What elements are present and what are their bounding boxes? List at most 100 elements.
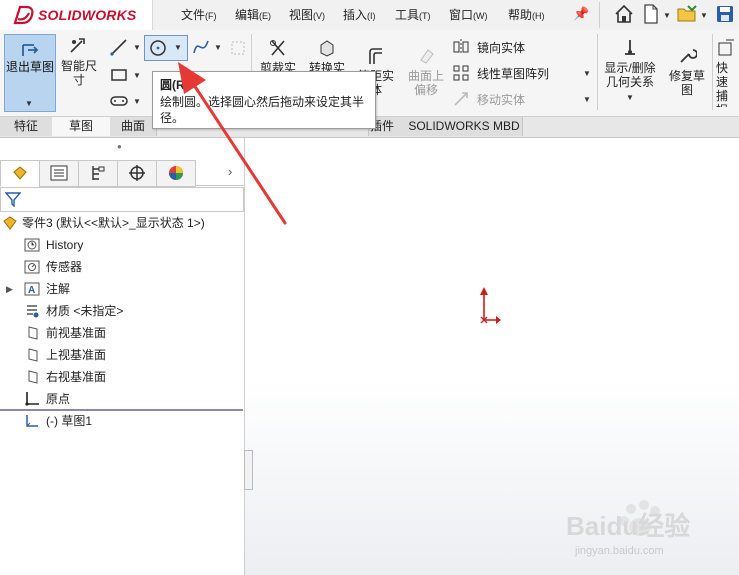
tree-item-label: 上视基准面 <box>46 348 107 362</box>
annotation-arrow-icon <box>178 62 287 225</box>
app-logo[interactable]: SOLIDWORKS <box>0 0 153 30</box>
tab-propertymanager[interactable] <box>39 160 79 187</box>
watermark-text: Baidu经验 <box>566 511 691 541</box>
convert-icon <box>320 40 334 57</box>
tree-item-label: 右视基准面 <box>46 370 107 384</box>
menu-view[interactable]: 视图(V) <box>289 6 325 23</box>
open-dropdown-icon[interactable]: ▼ <box>700 11 708 20</box>
tree-item-label: 传感器 <box>46 260 83 274</box>
show-delete-relations-button[interactable]: 显示/删除几何关系 ▼ <box>600 38 660 103</box>
plane-tool-icon[interactable] <box>229 39 247 57</box>
tree-item-material[interactable]: 材质 <未指定> <box>0 300 244 322</box>
repair-sketch-label: 修复草图 <box>668 69 705 97</box>
rectangle-icon[interactable] <box>110 66 128 84</box>
linear-pattern-icon[interactable] <box>452 64 470 82</box>
new-dropdown-icon[interactable]: ▼ <box>663 11 671 20</box>
circle-icon <box>150 40 166 56</box>
line-dropdown-icon[interactable]: ▼ <box>133 43 141 52</box>
home-icon[interactable] <box>613 3 635 25</box>
spline-icon[interactable] <box>192 38 210 56</box>
pattern-dropdown-icon[interactable]: ▼ <box>583 69 591 78</box>
tree-item-sensors[interactable]: 传感器 <box>0 256 244 278</box>
menu-separator <box>599 2 600 28</box>
tree-item-label: 注解 <box>46 282 71 296</box>
menu-tools[interactable]: 工具(T) <box>395 6 431 23</box>
relations-dropdown-icon[interactable]: ▼ <box>626 93 634 102</box>
surface-offset-label: 曲面上偏移 <box>407 69 444 97</box>
tree-item-front-plane[interactable]: 前视基准面 <box>0 322 244 344</box>
repair-sketch-button[interactable]: 修复草图 <box>664 46 710 97</box>
save-icon[interactable] <box>714 3 736 25</box>
expand-arrow-icon[interactable]: ▶ <box>6 278 13 300</box>
toolbar-separator-3 <box>712 34 713 110</box>
new-document-icon[interactable] <box>640 3 662 25</box>
tree-item-annotations[interactable]: ▶ A 注解 <box>0 278 244 300</box>
spline-dropdown-icon[interactable]: ▼ <box>214 43 222 52</box>
tree-item-origin[interactable]: 原点 <box>0 388 244 410</box>
quick-snaps-label: 快速捕捉 <box>716 61 729 107</box>
menu-window[interactable]: 窗口(W) <box>449 6 488 23</box>
rectangle-dropdown-icon[interactable]: ▼ <box>133 71 141 80</box>
pin-icon[interactable]: 📌 <box>573 6 589 22</box>
linear-pattern-label[interactable]: 线性草图阵列 <box>477 65 549 82</box>
smart-dimension-label: 智能尺寸 <box>60 59 97 87</box>
menu-file[interactable]: 文件(F) <box>181 6 217 23</box>
panel-collapse-handle[interactable] <box>244 450 253 490</box>
sketch-origin-icon <box>480 287 501 324</box>
origin-icon <box>25 392 39 406</box>
featuremanager-icon <box>13 166 27 180</box>
menu-edit[interactable]: 编辑(E) <box>235 6 271 23</box>
quick-snaps-icon <box>718 39 734 56</box>
move-dropdown-icon[interactable]: ▼ <box>583 95 591 104</box>
smart-dimension-button[interactable]: 智能尺寸 <box>57 36 101 96</box>
tab-sketch[interactable]: 草图 <box>52 117 111 136</box>
material-icon <box>27 305 39 318</box>
tab-configurationmanager[interactable] <box>78 160 118 187</box>
surface-offset-button[interactable]: 曲面上偏移 <box>405 46 447 97</box>
surface-offset-icon <box>420 49 434 64</box>
sketch-icon <box>26 415 38 427</box>
exit-sketch-dropdown-icon[interactable]: ▼ <box>25 99 33 108</box>
relations-label: 显示/删除几何关系 <box>604 61 656 89</box>
part-icon <box>3 216 17 230</box>
menu-insert[interactable]: 插入(I) <box>343 6 376 23</box>
convert-entities-button[interactable]: 转换实体 <box>305 38 349 75</box>
mirror-label[interactable]: 镜向实体 <box>477 39 525 56</box>
history-icon <box>24 238 40 252</box>
tab-mbd[interactable]: SOLIDWORKS MBD <box>406 117 523 136</box>
tree-item-label: 前视基准面 <box>46 326 107 340</box>
smart-dimension-icon <box>70 38 85 53</box>
tab-surfaces[interactable]: 曲面 <box>110 117 157 136</box>
repair-sketch-icon <box>680 49 698 63</box>
tree-item-label: 材质 <未指定> <box>46 304 124 318</box>
move-label[interactable]: 移动实体 <box>477 91 525 108</box>
tree-item-top-plane[interactable]: 上视基准面 <box>0 344 244 366</box>
slot-dropdown-icon[interactable]: ▼ <box>133 97 141 106</box>
quick-snaps-button[interactable]: 快速捕捉 <box>716 38 739 107</box>
tab-features[interactable]: 特征 <box>0 117 53 136</box>
plane-icon <box>28 370 38 384</box>
panel-grip-icon[interactable]: ● <box>117 142 122 151</box>
configuration-icon <box>92 166 105 180</box>
tree-item-sketch1[interactable]: (-) 草图1 <box>0 410 244 432</box>
tab-featuremanager[interactable] <box>0 160 40 187</box>
tab-dimxpert[interactable] <box>117 160 157 187</box>
tree-item-label: History <box>46 238 84 252</box>
plane-icon <box>28 348 38 362</box>
ds-logo-icon <box>13 5 34 25</box>
offset-icon <box>369 48 382 64</box>
sensor-icon <box>24 260 40 274</box>
circle-dropdown-icon[interactable]: ▼ <box>174 43 182 52</box>
filter-icon[interactable] <box>5 191 21 207</box>
exit-sketch-button[interactable]: 退出草图 ▼ <box>4 34 56 112</box>
tree-item-history[interactable]: History <box>0 234 244 256</box>
menu-help[interactable]: 帮助(H) <box>508 6 545 23</box>
open-folder-icon[interactable] <box>676 3 698 25</box>
tree-item-right-plane[interactable]: 右视基准面 <box>0 366 244 388</box>
annotation-icon: A <box>24 282 40 296</box>
mirror-icon[interactable] <box>452 38 470 56</box>
line-icon[interactable] <box>110 38 128 56</box>
slot-icon[interactable] <box>110 92 128 110</box>
svg-text:A: A <box>28 285 35 296</box>
move-icon[interactable] <box>452 90 470 108</box>
